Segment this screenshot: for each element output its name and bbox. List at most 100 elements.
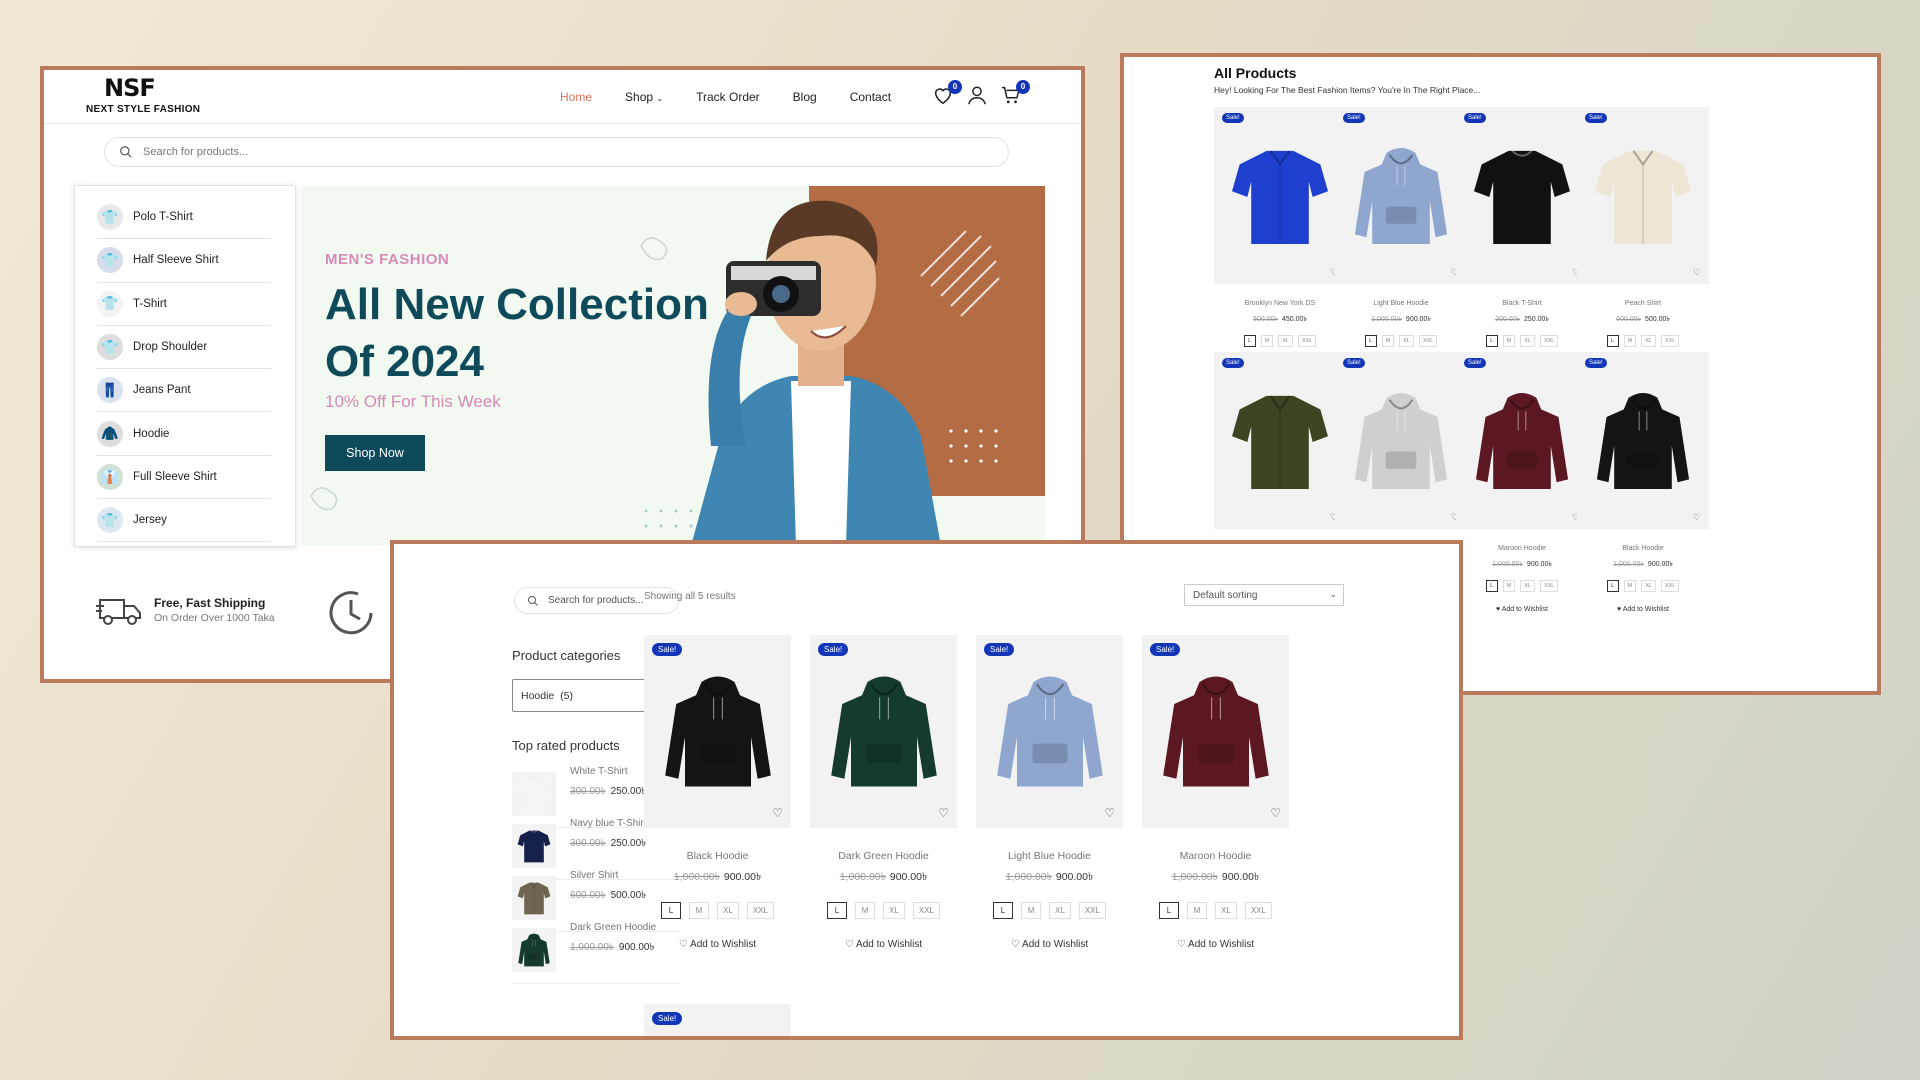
product-image[interactable]: Sale! ♡ — [1214, 352, 1346, 529]
category-drop-shoulder[interactable]: 👕 Drop Shoulder — [97, 326, 271, 370]
sorting-select[interactable]: Default sorting ⌄ — [1184, 584, 1344, 606]
category-full-sleeve-shirt[interactable]: 👔 Full Sleeve Shirt — [97, 456, 271, 500]
size-option[interactable]: M — [689, 902, 710, 919]
add-to-wishlist-button[interactable]: ♥ Add to Wishlist — [1456, 606, 1588, 613]
nav-contact[interactable]: Contact — [850, 90, 891, 104]
size-option[interactable]: XL — [1641, 335, 1656, 347]
product-name[interactable]: Navy blue T-Shirt — [570, 818, 647, 829]
product-card[interactable]: Sale! ♡ Light Blue Hoodie 1,000.00৳ 900.00৳ L… — [976, 635, 1123, 950]
nav-track-order[interactable]: Track Order — [696, 90, 760, 104]
product-card[interactable]: Sale! ♡ Maroon Hoodie 1,000.00৳ 900.00৳ L M XL X… — [1142, 635, 1289, 950]
category-polo-t-shirt[interactable]: 👕 Polo T-Shirt — [97, 196, 271, 240]
category-jeans-pant[interactable]: 👖 Jeans Pant — [97, 369, 271, 413]
size-option[interactable]: L — [1485, 580, 1498, 592]
product-name[interactable]: Brooklyn New York DS — [1214, 300, 1346, 307]
size-option[interactable]: XXL — [1539, 335, 1559, 347]
account-button[interactable] — [966, 84, 992, 108]
product-card[interactable]: Sale! ♡ Light Blue Hoodie 1,000.00৳ 900.00৳ L… — [1335, 107, 1467, 368]
size-option[interactable]: L — [1485, 335, 1498, 347]
add-to-wishlist-button[interactable]: ♡ Add to Wishlist — [644, 939, 791, 950]
heart-icon[interactable]: ♡ — [938, 806, 949, 820]
size-option[interactable]: XXL — [1297, 335, 1317, 347]
size-option[interactable]: XL — [1641, 580, 1656, 592]
nav-home[interactable]: Home — [560, 90, 592, 104]
add-to-wishlist-button[interactable]: ♥ Add to Wishlist — [1577, 606, 1709, 613]
heart-icon[interactable]: ♡ — [1104, 806, 1115, 820]
product-name[interactable]: Light Blue Hoodie — [1335, 300, 1467, 307]
size-option[interactable]: XL — [883, 902, 905, 919]
size-option[interactable]: L — [993, 902, 1014, 919]
product-name[interactable]: Dark Green Hoodie — [810, 850, 957, 862]
cart-button[interactable]: 0 — [1000, 80, 1030, 108]
size-option[interactable]: L — [661, 902, 682, 919]
size-option[interactable]: L — [1243, 335, 1256, 347]
size-option[interactable]: XXL — [1078, 902, 1106, 919]
size-option[interactable]: M — [1260, 335, 1274, 347]
product-card[interactable]: Sale! ♡ Black T-Shirt 300.00৳ 250.00৳ L M XL XXL… — [1456, 107, 1588, 368]
category-hoodie[interactable]: 🧥 Hoodie — [97, 412, 271, 456]
product-card[interactable]: Sale! ♡ Dark Green Hoodie 1,000.00৳ 900.00৳ L… — [810, 635, 957, 950]
product-thumbnail[interactable] — [512, 824, 556, 868]
size-option[interactable]: M — [855, 902, 876, 919]
product-name[interactable]: Black Hoodie — [644, 850, 791, 862]
size-option[interactable]: XL — [1399, 335, 1414, 347]
product-card[interactable]: Sale! ♡ — [1214, 352, 1346, 529]
product-image[interactable]: Sale! ♡ — [1335, 107, 1467, 284]
size-option[interactable]: XL — [1520, 335, 1535, 347]
size-option[interactable]: M — [1623, 580, 1637, 592]
product-name[interactable]: Light Blue Hoodie — [976, 850, 1123, 862]
product-image[interactable]: Sale! ♡ — [1335, 352, 1467, 529]
size-option[interactable]: XXL — [746, 902, 774, 919]
heart-icon[interactable]: ♡ — [1693, 512, 1701, 523]
add-to-wishlist-button[interactable]: ♡ Add to Wishlist — [1142, 939, 1289, 950]
size-option[interactable]: XXL — [1244, 902, 1272, 919]
size-option[interactable]: XL — [1278, 335, 1293, 347]
product-image[interactable]: Sale! ♡ — [644, 635, 791, 828]
size-option[interactable]: XXL — [912, 902, 940, 919]
add-to-wishlist-button[interactable]: ♡ Add to Wishlist — [810, 939, 957, 950]
wishlist-button[interactable]: 0 — [932, 80, 962, 108]
size-option[interactable]: XL — [1049, 902, 1071, 919]
product-name[interactable]: White T-Shirt — [570, 766, 628, 777]
size-option[interactable]: XXL — [1418, 335, 1438, 347]
product-image[interactable]: Sale! ♡ — [1456, 107, 1588, 284]
heart-icon[interactable]: ♡ — [1693, 267, 1701, 278]
product-thumbnail[interactable] — [512, 928, 556, 972]
product-image[interactable]: Sale! ♡ — [1456, 352, 1588, 529]
product-thumbnail[interactable] — [512, 772, 556, 816]
size-option[interactable]: M — [1381, 335, 1395, 347]
product-image[interactable]: Sale! ♡ — [1142, 635, 1289, 828]
size-option[interactable]: XL — [1215, 902, 1237, 919]
product-name[interactable]: Black T-Shirt — [1456, 300, 1588, 307]
product-card[interactable]: Sale! ♡ Brooklyn New York DS 500.00৳ 450.00৳… — [1214, 107, 1346, 368]
size-option[interactable]: L — [827, 902, 848, 919]
product-name[interactable]: Maroon Hoodie — [1456, 545, 1588, 552]
size-option[interactable]: M — [1187, 902, 1208, 919]
product-card[interactable]: Sale! ♡ Maroon Hoodie 1,000.00৳ 900.00৳ L M XL X… — [1456, 352, 1588, 613]
product-image[interactable]: Sale! ♡ — [976, 635, 1123, 828]
heart-icon[interactable]: ♡ — [772, 806, 783, 820]
shop-now-button[interactable]: Shop Now — [325, 435, 425, 471]
product-name[interactable]: Peach Shirt — [1577, 300, 1709, 307]
nav-shop[interactable]: Shop ⌄ — [625, 90, 663, 104]
product-image[interactable]: Sale! ♡ — [1577, 352, 1709, 529]
category-t-shirt[interactable]: 👕 T-Shirt — [97, 283, 271, 326]
category-jersey[interactable]: 👕 Jersey — [97, 499, 271, 543]
heart-icon[interactable]: ♡ — [1270, 806, 1281, 820]
product-image[interactable]: Sale! ♡ — [1577, 107, 1709, 284]
size-option[interactable]: L — [1159, 902, 1180, 919]
nav-blog[interactable]: Blog — [793, 90, 817, 104]
size-option[interactable]: XXL — [1539, 580, 1559, 592]
product-name[interactable]: Black Hoodie — [1577, 545, 1709, 552]
product-card[interactable]: Sale! ♡ — [1335, 352, 1467, 529]
size-option[interactable]: XXL — [1660, 580, 1680, 592]
add-to-wishlist-button[interactable]: ♡ Add to Wishlist — [976, 939, 1123, 950]
size-option[interactable]: L — [1364, 335, 1377, 347]
size-option[interactable]: M — [1021, 902, 1042, 919]
product-thumbnail[interactable] — [512, 876, 556, 920]
size-option[interactable]: L — [1606, 335, 1619, 347]
size-option[interactable]: M — [1502, 335, 1516, 347]
product-name[interactable]: Silver Shirt — [570, 870, 618, 881]
size-option[interactable]: XXL — [1660, 335, 1680, 347]
product-image[interactable]: Sale! ♡ — [810, 635, 957, 828]
